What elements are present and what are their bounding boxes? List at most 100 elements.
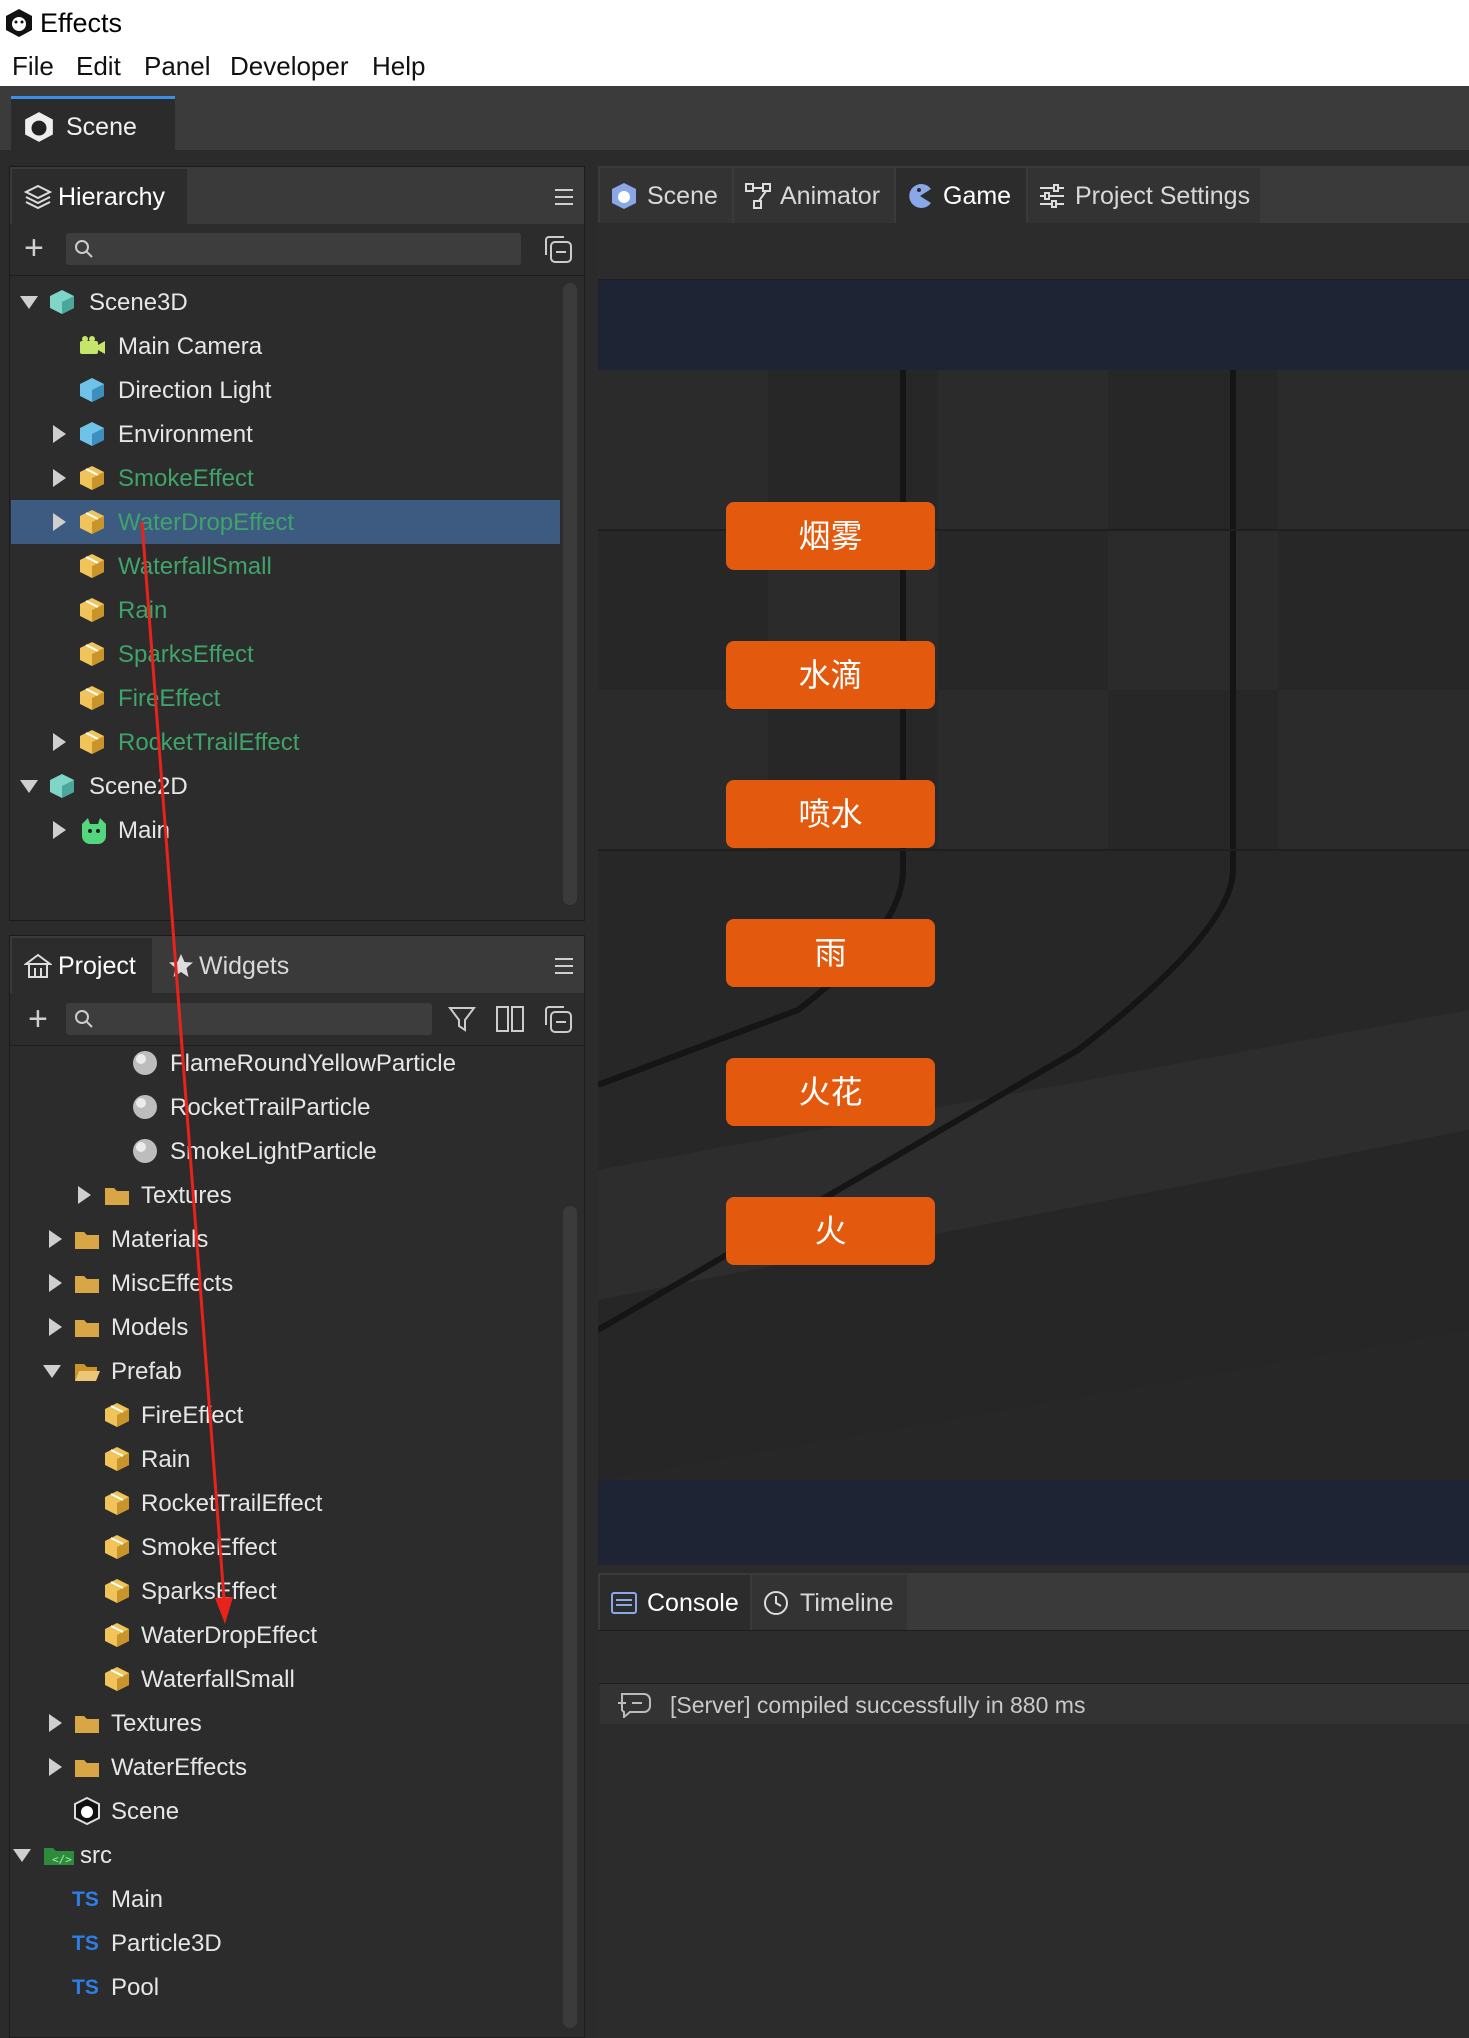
prefab-box-icon xyxy=(105,1535,129,1559)
hierarchy-scrollbar[interactable] xyxy=(563,283,577,905)
tab-timeline[interactable]: Timeline xyxy=(752,1575,907,1630)
expand-toggle-icon[interactable] xyxy=(53,513,66,531)
expand-toggle-icon[interactable] xyxy=(53,821,66,839)
tab-project[interactable]: Project xyxy=(12,938,152,993)
expand-toggle-icon[interactable] xyxy=(43,1365,61,1378)
tab-animator[interactable]: Animator xyxy=(734,168,894,223)
project-item-prefab[interactable]: WaterfallSmall xyxy=(10,1657,560,1701)
hierarchy-add-button[interactable]: + xyxy=(24,231,44,265)
project-item-folder[interactable]: MiscEffects xyxy=(10,1261,560,1305)
collapse-all-icon[interactable] xyxy=(542,233,574,265)
project-item[interactable]: FlameRoundYellowParticle xyxy=(10,1041,560,1085)
expand-toggle-icon[interactable] xyxy=(49,1274,62,1292)
divider xyxy=(10,275,584,276)
project-item-folder-open[interactable]: Prefab xyxy=(10,1349,560,1393)
prefab-box-icon xyxy=(105,1667,129,1691)
project-item-script[interactable]: TS Main xyxy=(10,1877,560,1921)
project-item-prefab[interactable]: SmokeEffect xyxy=(10,1525,560,1569)
expand-toggle-icon[interactable] xyxy=(49,1758,62,1776)
project-menu-icon[interactable] xyxy=(555,958,573,974)
hierarchy-item-direction-light[interactable]: Direction Light xyxy=(10,368,560,412)
expand-toggle-icon[interactable] xyxy=(53,469,66,487)
game-button-smoke[interactable]: 烟雾 xyxy=(726,502,935,570)
two-column-view-icon[interactable] xyxy=(495,1004,525,1034)
game-button-sparks[interactable]: 火花 xyxy=(726,1058,935,1126)
tab-scene-view[interactable]: Scene xyxy=(600,168,732,223)
hierarchy-item-scene3d[interactable]: Scene3D xyxy=(10,280,560,324)
project-item-folder[interactable]: Textures xyxy=(10,1701,560,1745)
search-icon xyxy=(75,240,93,258)
menu-developer[interactable]: Developer xyxy=(230,51,349,82)
hierarchy-item-label: WaterDropEffect xyxy=(118,509,295,536)
tab-hierarchy[interactable]: Hierarchy xyxy=(12,169,187,224)
collapse-all-icon[interactable] xyxy=(542,1003,574,1035)
project-item[interactable]: RocketTrailParticle xyxy=(10,1085,560,1129)
hierarchy-item-label: Rain xyxy=(118,597,168,624)
hierarchy-item-rain[interactable]: Rain xyxy=(10,588,560,632)
hierarchy-item-fireeffect[interactable]: FireEffect xyxy=(10,676,560,720)
title-bar: Effects xyxy=(0,0,1469,45)
menu-edit[interactable]: Edit xyxy=(76,51,121,82)
project-item-prefab[interactable]: RocketTrailEffect xyxy=(10,1481,560,1525)
project-add-button[interactable]: + xyxy=(28,1002,48,1036)
console-log-entry[interactable]: [Server] compiled successfully in 880 ms xyxy=(600,1684,1469,1724)
hierarchy-item-waterdropeffect[interactable]: WaterDropEffect xyxy=(10,500,560,544)
hierarchy-item-sparkseffect[interactable]: SparksEffect xyxy=(10,632,560,676)
animator-icon xyxy=(745,183,771,209)
menu-file[interactable]: File xyxy=(12,51,54,82)
game-button-waterdrop[interactable]: 水滴 xyxy=(726,641,935,709)
tab-timeline-label: Timeline xyxy=(800,1589,894,1617)
tab-console[interactable]: Console xyxy=(600,1575,750,1630)
expand-toggle-icon[interactable] xyxy=(49,1230,62,1248)
hierarchy-item-waterfallsmall[interactable]: WaterfallSmall xyxy=(10,544,560,588)
svg-text:</>: </> xyxy=(52,1853,72,1866)
hierarchy-item-main-camera[interactable]: Main Camera xyxy=(10,324,560,368)
expand-toggle-icon[interactable] xyxy=(53,733,66,751)
folder-icon xyxy=(75,1276,99,1293)
scene-file-icon xyxy=(74,1797,100,1825)
project-item-folder[interactable]: Textures xyxy=(10,1173,560,1217)
hierarchy-item-smokeeffect[interactable]: SmokeEffect xyxy=(10,456,560,500)
project-item-label: WaterfallSmall xyxy=(141,1666,295,1693)
expand-toggle-icon[interactable] xyxy=(78,1186,91,1204)
project-item-prefab[interactable]: SparksEffect xyxy=(10,1569,560,1613)
menu-help[interactable]: Help xyxy=(372,51,425,82)
project-item-label: FireEffect xyxy=(141,1402,244,1429)
filter-icon[interactable] xyxy=(448,1005,476,1033)
expand-toggle-icon[interactable] xyxy=(49,1714,62,1732)
project-item-prefab[interactable]: Rain xyxy=(10,1437,560,1481)
hierarchy-menu-icon[interactable] xyxy=(555,189,573,205)
project-item-script[interactable]: TS Pool xyxy=(10,1965,560,2009)
hierarchy-item-rockettraileffect[interactable]: RocketTrailEffect xyxy=(10,720,560,764)
project-item-prefab[interactable]: FireEffect xyxy=(10,1393,560,1437)
hierarchy-item-environment[interactable]: Environment xyxy=(10,412,560,456)
game-button-spray[interactable]: 喷水 xyxy=(726,780,935,848)
project-item-prefab[interactable]: WaterDropEffect xyxy=(10,1613,560,1657)
project-item-scene[interactable]: Scene xyxy=(10,1789,560,1833)
tab-widgets[interactable]: Widgets xyxy=(155,938,307,993)
project-item-script[interactable]: TS Particle3D xyxy=(10,1921,560,1965)
hierarchy-search-input[interactable] xyxy=(66,233,521,265)
game-viewport[interactable]: 烟雾 水滴 喷水 雨 火花 火 xyxy=(598,280,1469,1565)
project-search-input[interactable] xyxy=(66,1003,432,1035)
tab-project-settings[interactable]: Project Settings xyxy=(1028,168,1260,223)
game-button-fire[interactable]: 火 xyxy=(726,1197,935,1265)
expand-toggle-icon[interactable] xyxy=(13,1849,31,1862)
hierarchy-item-main[interactable]: Main xyxy=(10,808,560,852)
tab-game[interactable]: Game xyxy=(896,168,1026,223)
project-item-folder[interactable]: WaterEffects xyxy=(10,1745,560,1789)
expand-toggle-icon[interactable] xyxy=(20,296,38,309)
menu-panel[interactable]: Panel xyxy=(144,51,211,82)
project-item-folder[interactable]: Materials xyxy=(10,1217,560,1261)
hierarchy-item-scene2d[interactable]: Scene2D xyxy=(10,764,560,808)
project-item[interactable]: SmokeLightParticle xyxy=(10,1129,560,1173)
tab-scene-document[interactable]: Scene xyxy=(11,96,175,152)
project-item-src-folder[interactable]: </> src xyxy=(10,1833,560,1877)
project-item-folder[interactable]: Models xyxy=(10,1305,560,1349)
expand-toggle-icon[interactable] xyxy=(53,425,66,443)
expand-toggle-icon[interactable] xyxy=(49,1318,62,1336)
material-sphere-icon xyxy=(133,1139,157,1163)
project-scrollbar[interactable] xyxy=(563,1206,577,2028)
expand-toggle-icon[interactable] xyxy=(20,780,38,793)
game-button-rain[interactable]: 雨 xyxy=(726,919,935,987)
